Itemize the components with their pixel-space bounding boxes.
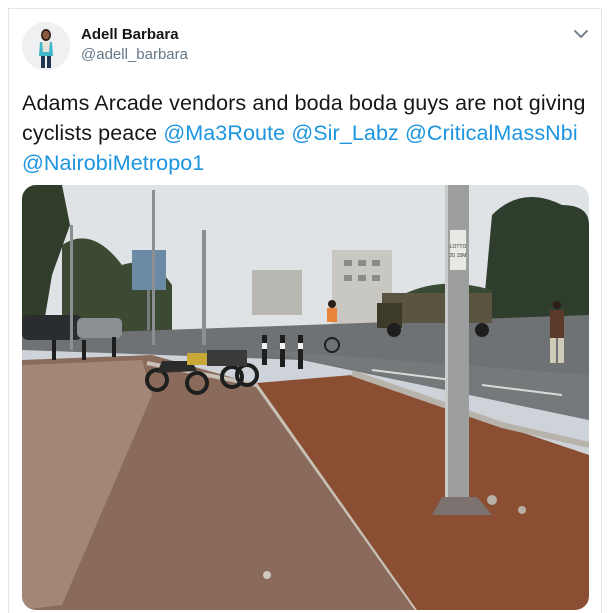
mention-link[interactable]: @NairobiMetropo1 <box>22 151 204 175</box>
avatar[interactable] <box>22 22 70 70</box>
author-name[interactable]: Adell Barbara <box>81 26 179 43</box>
pole-sign-line-1: LOTTO <box>450 244 467 250</box>
mention-link[interactable]: @CriticalMassNbi <box>405 121 578 145</box>
tweet-text: Adams Arcade vendors and boda boda guys … <box>22 88 592 178</box>
author-handle[interactable]: @adell_barbara <box>81 46 188 63</box>
pole-sign-line-2: 20 15M <box>450 253 467 259</box>
tweet-photo[interactable]: LOTTO 20 15M <box>22 185 589 610</box>
mention-link[interactable]: @Ma3Route <box>163 121 285 145</box>
tweet-card: Adell Barbara @adell_barbara Adams Arcad… <box>8 8 602 613</box>
mention-link[interactable]: @Sir_Labz <box>291 121 399 145</box>
chevron-down-icon[interactable] <box>573 27 589 39</box>
